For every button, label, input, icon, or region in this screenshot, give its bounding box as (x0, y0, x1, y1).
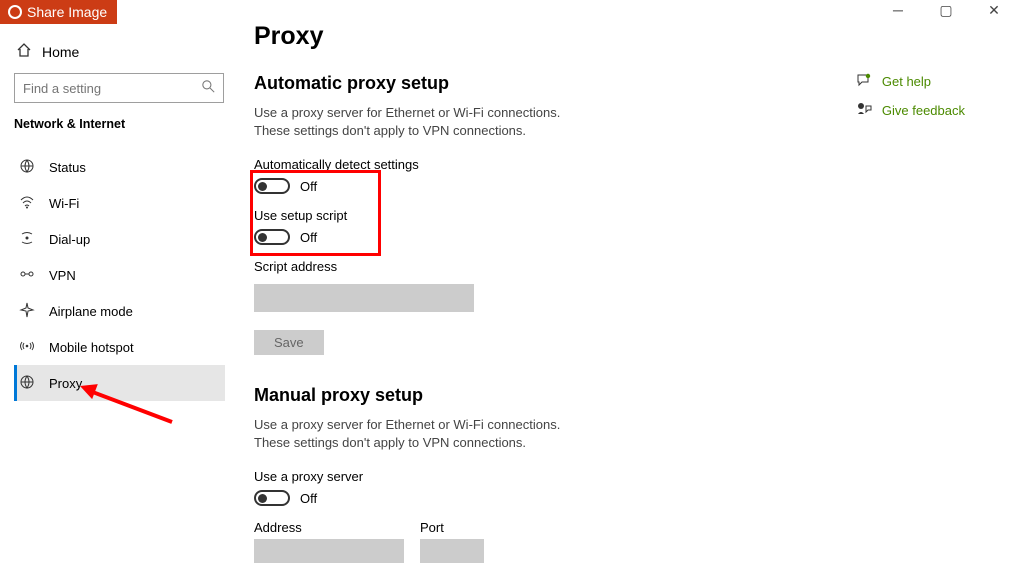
sidebar-item-wifi[interactable]: Wi-Fi (14, 185, 225, 221)
hotspot-icon (19, 338, 35, 357)
save-button[interactable]: Save (254, 330, 324, 355)
minimize-button[interactable]: ─ (883, 2, 913, 19)
port-input[interactable] (420, 539, 484, 563)
sidebar-item-status[interactable]: Status (14, 149, 225, 185)
use-script-toggle[interactable] (254, 229, 290, 245)
sidebar-item-hotspot[interactable]: Mobile hotspot (14, 329, 225, 365)
script-address-label: Script address (254, 259, 794, 274)
manual-proxy-description: Use a proxy server for Ethernet or Wi-Fi… (254, 416, 584, 451)
address-label: Address (254, 520, 404, 535)
use-proxy-state: Off (300, 491, 317, 506)
proxy-icon (19, 374, 35, 393)
give-feedback-label: Give feedback (882, 103, 965, 118)
home-label: Home (42, 44, 79, 60)
auto-proxy-description: Use a proxy server for Ethernet or Wi-Fi… (254, 104, 584, 139)
maximize-button[interactable]: ▢ (931, 2, 961, 19)
auto-detect-toggle[interactable] (254, 178, 290, 194)
get-help-label: Get help (882, 74, 931, 89)
manual-proxy-heading: Manual proxy setup (254, 385, 794, 406)
auto-detect-label: Automatically detect settings (254, 157, 794, 172)
share-image-button[interactable]: Share Image (0, 0, 117, 24)
sidebar-item-airplane[interactable]: Airplane mode (14, 293, 225, 329)
use-script-state: Off (300, 230, 317, 245)
use-proxy-toggle[interactable] (254, 490, 290, 506)
use-script-label: Use setup script (254, 208, 794, 223)
auto-proxy-heading: Automatic proxy setup (254, 73, 794, 94)
share-image-label: Share Image (27, 4, 107, 20)
sidebar-item-label: Dial-up (49, 232, 90, 247)
sidebar-item-label: Proxy (49, 376, 82, 391)
sidebar-item-label: Airplane mode (49, 304, 133, 319)
sidebar-item-label: VPN (49, 268, 76, 283)
main-content: Proxy Automatic proxy setup Use a proxy … (254, 22, 794, 563)
sidebar-item-label: Mobile hotspot (49, 340, 134, 355)
get-help-link[interactable]: Get help (856, 72, 965, 91)
vpn-icon (19, 266, 35, 285)
airplane-icon (19, 302, 35, 321)
home-icon (16, 42, 32, 61)
window-controls: ─ ▢ ✕ (883, 2, 1009, 19)
help-links: Get help Give feedback (856, 72, 965, 130)
sidebar-item-dialup[interactable]: Dial-up (14, 221, 225, 257)
status-icon (19, 158, 35, 177)
search-box[interactable] (14, 73, 224, 103)
sidebar-item-vpn[interactable]: VPN (14, 257, 225, 293)
dialup-icon (19, 230, 35, 249)
search-icon (202, 80, 215, 96)
home-link[interactable]: Home (14, 36, 225, 73)
give-feedback-link[interactable]: Give feedback (856, 101, 965, 120)
sidebar-item-proxy[interactable]: Proxy (14, 365, 225, 401)
use-proxy-label: Use a proxy server (254, 469, 794, 484)
category-heading: Network & Internet (14, 117, 225, 131)
share-circle-icon (8, 5, 22, 19)
wifi-icon (19, 194, 35, 213)
script-address-input[interactable] (254, 284, 474, 312)
page-title: Proxy (254, 22, 794, 51)
chat-icon (856, 72, 872, 91)
sidebar-item-label: Status (49, 160, 86, 175)
address-input[interactable] (254, 539, 404, 563)
auto-detect-state: Off (300, 179, 317, 194)
port-label: Port (420, 520, 484, 535)
search-input[interactable] (23, 81, 193, 96)
close-button[interactable]: ✕ (979, 2, 1009, 19)
sidebar-item-label: Wi-Fi (49, 196, 79, 211)
feedback-icon (856, 101, 872, 120)
sidebar: Home Network & Internet Status Wi-Fi Dia… (0, 28, 235, 401)
